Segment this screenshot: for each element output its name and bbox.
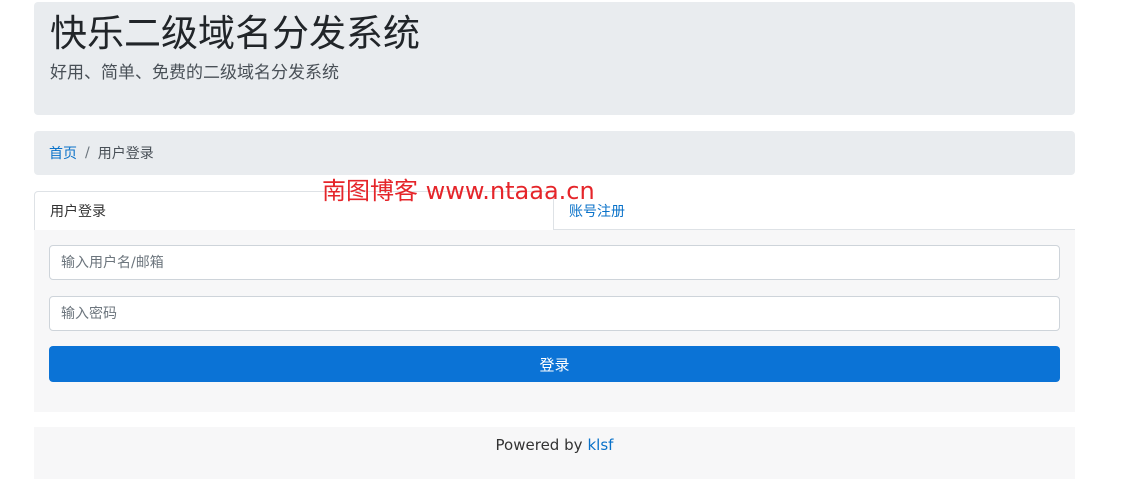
breadcrumb-separator: / bbox=[85, 145, 90, 161]
footer: Powered by klsf bbox=[34, 427, 1075, 479]
breadcrumb-home-link[interactable]: 首页 bbox=[49, 143, 77, 163]
footer-powered-text: Powered by bbox=[495, 436, 583, 454]
username-input[interactable] bbox=[49, 245, 1060, 280]
site-subtitle: 好用、简单、免费的二级域名分发系统 bbox=[50, 63, 339, 83]
login-button[interactable]: 登录 bbox=[49, 346, 1060, 382]
password-input[interactable] bbox=[49, 296, 1060, 331]
breadcrumb: 首页 / 用户登录 bbox=[34, 131, 1075, 175]
header-jumbotron: 快乐二级域名分发系统 好用、简单、免费的二级域名分发系统 bbox=[34, 2, 1075, 115]
watermark-text: 南图博客 www.ntaaa.cn bbox=[322, 177, 595, 205]
site-title: 快乐二级域名分发系统 bbox=[50, 12, 420, 55]
login-form-panel: 登录 bbox=[34, 230, 1075, 412]
breadcrumb-current: 用户登录 bbox=[97, 146, 154, 162]
tab-register[interactable]: 账号注册 bbox=[554, 191, 1074, 230]
footer-klsf-link[interactable]: klsf bbox=[588, 436, 614, 479]
